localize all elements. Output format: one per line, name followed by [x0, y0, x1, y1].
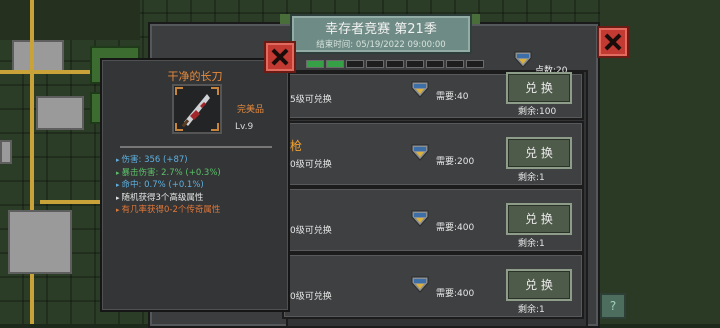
row-price: 需要:40 — [436, 92, 469, 102]
map-road — [40, 200, 100, 204]
stat-line: 命中: 0.7% (+0.1%) — [116, 179, 221, 192]
shop-end-time: 结束时间: 05/19/2022 09:00:00 — [316, 40, 446, 50]
stat-line: 随机获得3个高级属性 — [116, 192, 221, 205]
frame-corner — [175, 87, 183, 95]
row-requirement: 0级可兑换 — [290, 226, 332, 236]
points-coin-icon — [411, 210, 429, 227]
page-tab[interactable] — [346, 60, 364, 68]
page-tab[interactable] — [366, 60, 384, 68]
stat-line: 暴击伤害: 2.7% (+0.3%) — [116, 167, 221, 180]
page-tabs — [306, 60, 484, 68]
item-tooltip: 干净的长刀 完美品 Lv.9 伤害: 356 (+87) 暴击伤害: 2.7% … — [100, 58, 290, 312]
tooltip-close-button[interactable] — [264, 41, 296, 73]
row-requirement: 5级可兑换 — [290, 95, 332, 105]
item-stats: 伤害: 356 (+87) 暴击伤害: 2.7% (+0.3%) 命中: 0.7… — [116, 154, 221, 217]
exchange-button[interactable]: 兑 换 — [506, 137, 572, 169]
row-price: 需要:200 — [436, 157, 475, 167]
divider — [120, 146, 272, 148]
row-item-name: 枪 — [290, 139, 303, 153]
page-tab[interactable] — [466, 60, 484, 68]
row-remaining: 剩余:1 — [518, 173, 545, 183]
exchange-row: 枪 0级可兑换 需要:200 兑 换 剩余:1 — [282, 121, 584, 187]
item-level: Lv.9 — [235, 122, 254, 132]
shop-header: 幸存者竞赛 第21季 结束时间: 05/19/2022 09:00:00 — [290, 14, 472, 54]
map-road — [30, 0, 34, 324]
map-tile — [12, 40, 64, 72]
item-grade: 完美品 — [237, 105, 265, 115]
page-tab[interactable] — [446, 60, 464, 68]
points-coin-icon — [411, 81, 429, 98]
points-coin-icon — [411, 276, 429, 293]
map-tile — [36, 96, 84, 130]
map-tile — [0, 140, 12, 164]
exchange-row: 5级可兑换 需要:40 兑 换 剩余:100 — [282, 72, 584, 120]
map-wall — [0, 0, 140, 40]
exchange-row: 0级可兑换 需要:400 兑 换 剩余:1 — [282, 253, 584, 319]
row-requirement: 0级可兑换 — [290, 160, 332, 170]
page-tab[interactable] — [326, 60, 344, 68]
row-price: 需要:400 — [436, 289, 475, 299]
points-badge-icon — [514, 51, 532, 68]
points-coin-icon — [411, 144, 429, 161]
map-tile — [8, 210, 72, 274]
stat-line: 有几率获得0-2个传奇属性 — [116, 204, 221, 217]
page-tab[interactable] — [386, 60, 404, 68]
page-tab[interactable] — [306, 60, 324, 68]
shop-close-button[interactable] — [597, 26, 629, 58]
exchange-row: 0级可兑换 需要:400 兑 换 剩余:1 — [282, 187, 584, 253]
page-tab[interactable] — [406, 60, 424, 68]
item-icon-frame — [172, 84, 222, 134]
exchange-button[interactable]: 兑 换 — [506, 269, 572, 301]
item-name: 干净的长刀 — [167, 70, 223, 83]
frame-corner — [211, 87, 219, 95]
row-requirement: 0级可兑换 — [290, 292, 332, 302]
exchange-button[interactable]: 兑 换 — [506, 72, 572, 104]
row-remaining: 剩余:100 — [518, 107, 557, 117]
exchange-button[interactable]: 兑 换 — [506, 203, 572, 235]
row-remaining: 剩余:1 — [518, 239, 545, 249]
row-remaining: 剩余:1 — [518, 305, 545, 315]
header-ornament — [280, 14, 290, 24]
row-price: 需要:400 — [436, 223, 475, 233]
help-button[interactable]: ? — [600, 293, 626, 319]
frame-corner — [175, 123, 183, 131]
page-tab[interactable] — [426, 60, 444, 68]
frame-corner — [211, 123, 219, 131]
stat-line: 伤害: 356 (+87) — [116, 154, 221, 167]
shop-title: 幸存者竞赛 第21季 — [325, 22, 437, 37]
